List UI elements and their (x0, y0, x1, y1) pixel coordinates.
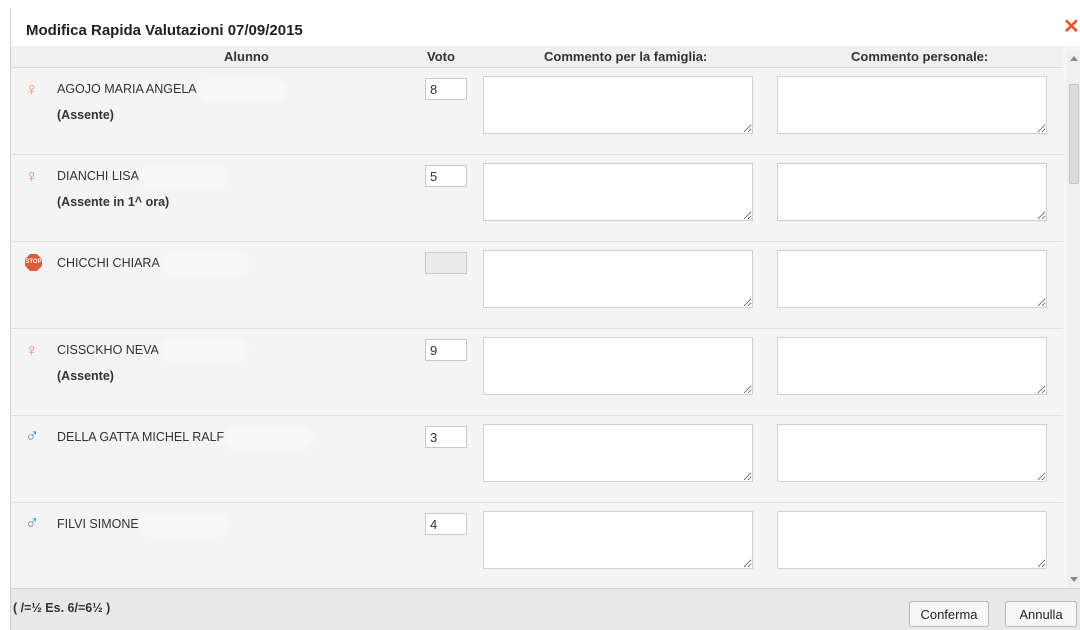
student-name: CHICCHI CHIARA (57, 256, 244, 271)
scrollbar-thumb[interactable] (1069, 84, 1079, 184)
vertical-scrollbar[interactable] (1067, 50, 1080, 588)
student-name: AGOJO MARIA ANGELA (57, 82, 281, 97)
student-name: DIANCHI LISA (57, 169, 223, 184)
female-icon: ♀ (25, 79, 39, 99)
dialog-footer: ( /=½ Es. 6/=6½ ) Conferma Annulla (11, 588, 1080, 630)
grade-hint: ( /=½ Es. 6/=6½ ) (13, 601, 111, 615)
column-header-personal-comment: Commento personale: (851, 49, 989, 64)
student-row: ♀ CISSCKHO NEVA (Assente) (11, 329, 1063, 416)
table-header: Alunno Voto Commento per la famiglia: Co… (11, 46, 1063, 68)
student-row: ♂ DELLA GATTA MICHEL RALF (11, 416, 1063, 503)
scroll-down-icon[interactable] (1070, 577, 1078, 582)
student-row: STOP CHICCHI CHIARA (11, 242, 1063, 329)
dialog-titlebar: Modifica Rapida Valutazioni 07/09/2015 ✕ (11, 8, 1080, 46)
family-comment-field[interactable] (483, 511, 753, 569)
student-row: ♀ DIANCHI LISA (Assente in 1^ ora) (11, 155, 1063, 242)
redacted-code (202, 82, 281, 97)
student-row: ♂ FILVI SIMONE (11, 503, 1063, 588)
personal-comment-field[interactable] (777, 511, 1047, 569)
grade-input[interactable] (425, 339, 467, 361)
personal-comment-field[interactable] (777, 76, 1047, 134)
students-list: ♀ AGOJO MARIA ANGELA (Assente) ♀ DIANCHI LIS… (11, 68, 1063, 588)
grade-input[interactable] (425, 78, 467, 100)
personal-comment-field[interactable] (777, 424, 1047, 482)
dialog-title: Modifica Rapida Valutazioni 07/09/2015 (26, 22, 303, 39)
personal-comment-field[interactable] (777, 337, 1047, 395)
student-name: DELLA GATTA MICHEL RALF (57, 430, 309, 445)
student-name: FILVI SIMONE (57, 517, 223, 532)
family-comment-field[interactable] (483, 163, 753, 221)
student-name: CISSCKHO NEVA (57, 343, 243, 358)
personal-comment-field[interactable] (777, 163, 1047, 221)
quick-edit-dialog: Modifica Rapida Valutazioni 07/09/2015 ✕… (10, 8, 1080, 630)
cancel-button[interactable]: Annulla (1005, 601, 1077, 627)
family-comment-field[interactable] (483, 337, 753, 395)
female-icon: ♀ (25, 340, 39, 360)
attendance-status: (Assente) (57, 108, 114, 122)
confirm-button[interactable]: Conferma (909, 601, 989, 627)
personal-comment-field[interactable] (777, 250, 1047, 308)
family-comment-field[interactable] (483, 76, 753, 134)
grade-input[interactable] (425, 426, 467, 448)
family-comment-field[interactable] (483, 424, 753, 482)
family-comment-field[interactable] (483, 250, 753, 308)
redacted-code (164, 343, 243, 358)
female-icon: ♀ (25, 166, 39, 186)
attendance-status: (Assente in 1^ ora) (57, 195, 170, 209)
grade-input[interactable] (425, 165, 467, 187)
scroll-up-icon[interactable] (1070, 56, 1078, 61)
grade-input (425, 252, 467, 274)
redacted-code (144, 517, 223, 532)
column-header-family-comment: Commento per la famiglia: (544, 49, 708, 64)
redacted-code (230, 430, 309, 445)
redacted-code (165, 256, 244, 271)
student-row: ♀ AGOJO MARIA ANGELA (Assente) (11, 68, 1063, 155)
column-header-student: Alunno (224, 49, 269, 64)
grade-input[interactable] (425, 513, 467, 535)
close-icon[interactable]: ✕ (1063, 17, 1080, 37)
attendance-status: (Assente) (57, 369, 114, 383)
redacted-code (144, 169, 223, 184)
male-icon: ♂ (25, 426, 40, 447)
male-icon: ♂ (25, 513, 40, 534)
stop-icon: STOP (25, 254, 43, 274)
column-header-grade: Voto (427, 49, 455, 64)
